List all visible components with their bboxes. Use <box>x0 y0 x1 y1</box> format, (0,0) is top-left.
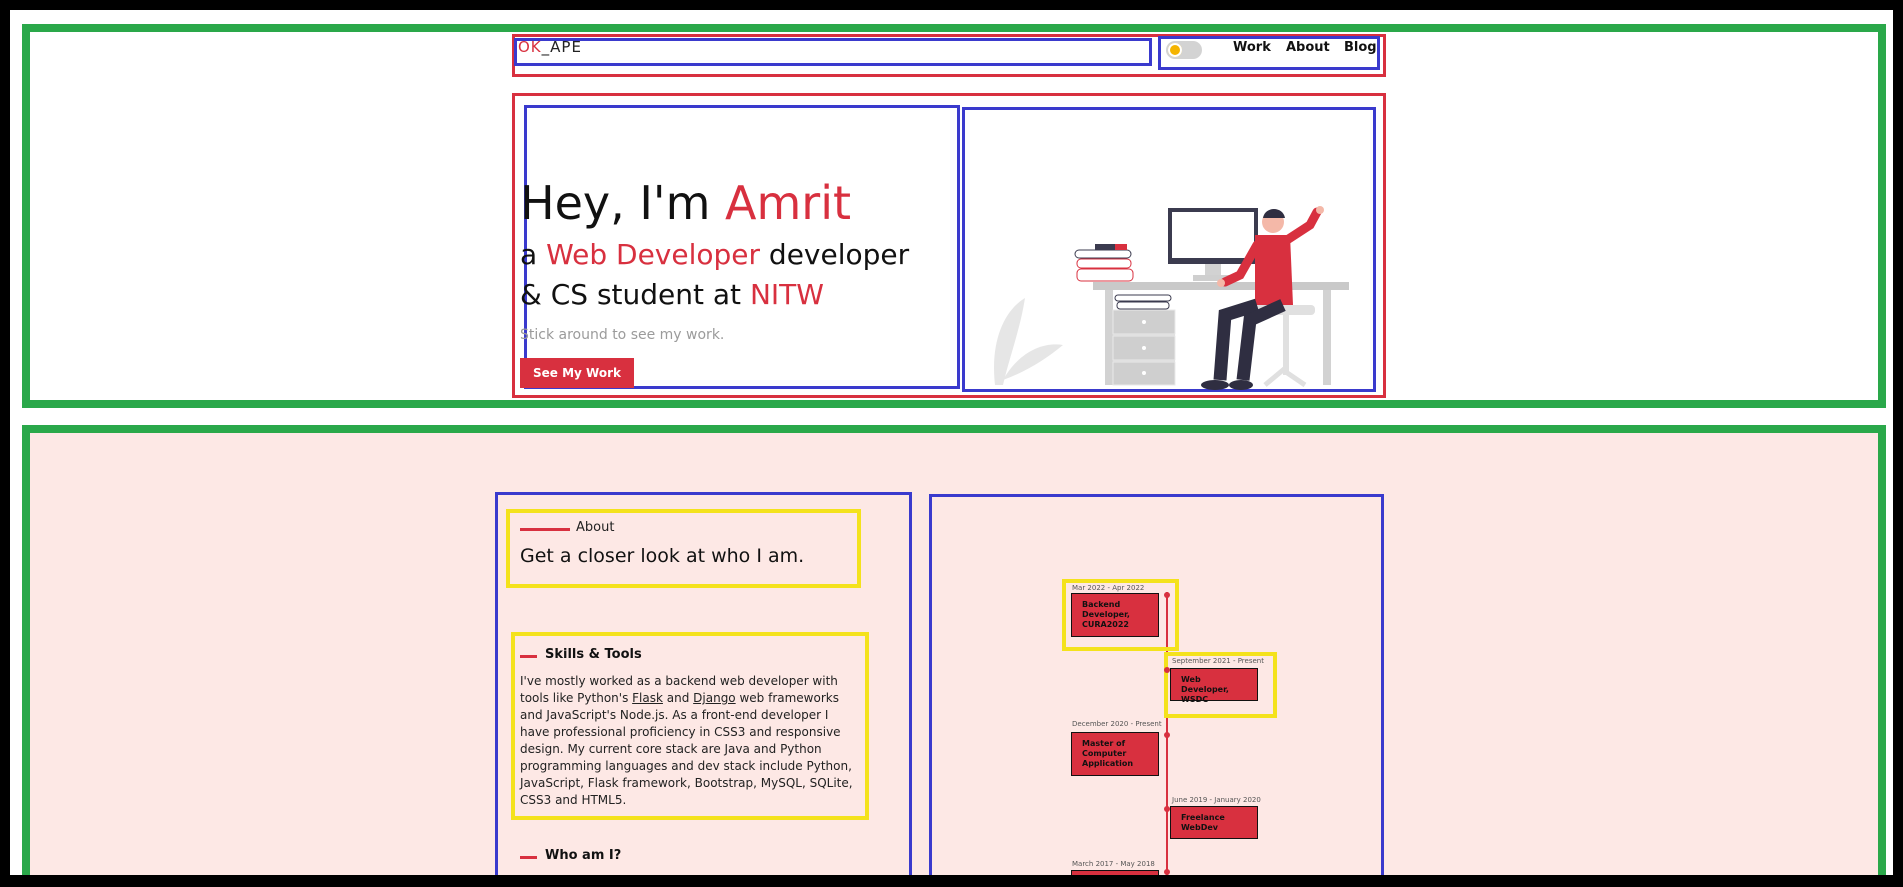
timeline-dot-3 <box>1164 732 1170 738</box>
logo-outline <box>514 38 1152 66</box>
sun-icon <box>1168 43 1182 57</box>
who-am-i-title: Who am I? <box>545 848 622 863</box>
about-label: About <box>576 520 615 535</box>
hero-role: Web Developer <box>546 238 761 271</box>
timeline-date-3: December 2020 - Present <box>1072 720 1162 728</box>
hero-greeting: Hey, I'm <box>520 176 726 230</box>
timeline-dot-1 <box>1164 592 1170 598</box>
timeline-card-1[interactable]: Backend Developer, CURA2022 <box>1071 593 1159 637</box>
hero-line-2-suffix: developer <box>760 238 910 271</box>
see-my-work-button[interactable]: See My Work <box>520 358 634 388</box>
timeline-date-4: June 2019 - January 2020 <box>1172 796 1261 804</box>
hero-subtitle: Stick around to see my work. <box>520 327 725 343</box>
about-title: Get a closer look at who I am. <box>520 545 805 567</box>
logo-part-ok: OK <box>518 38 542 56</box>
timeline-date-5: March 2017 - May 2018 <box>1072 860 1155 868</box>
timeline-card-3[interactable]: Master of Computer Application <box>1071 732 1159 776</box>
timeline-date-1: Mar 2022 - Apr 2022 <box>1072 584 1145 592</box>
about-label-line <box>520 528 570 531</box>
nav-blog[interactable]: Blog <box>1344 40 1377 55</box>
developer-illustration <box>994 206 1349 390</box>
timeline-card-2[interactable]: Web Developer, WSDC <box>1170 668 1258 704</box>
skills-title: Skills & Tools <box>545 647 642 662</box>
timeline-outline <box>929 494 1384 887</box>
hero-line-3: & CS student at NITW <box>520 278 824 311</box>
hero-name: Amrit <box>725 176 852 230</box>
hero-line-2: a Web Developer developer <box>520 238 909 271</box>
hero-line-3-prefix: & CS student at <box>520 278 750 311</box>
screenshot-bottom-border <box>0 875 1903 887</box>
timeline-card-4[interactable]: Freelance WebDev <box>1170 806 1258 839</box>
logo-part-ape: _APE <box>541 38 582 56</box>
flask-link[interactable]: Flask <box>632 691 663 705</box>
skills-text-2: and <box>662 691 694 705</box>
hero-line-2-prefix: a <box>520 238 547 271</box>
hero-school: NITW <box>749 278 824 311</box>
timeline-date-2: September 2021 - Present <box>1172 657 1264 665</box>
nav-about[interactable]: About <box>1286 40 1330 55</box>
django-link[interactable]: Django <box>693 691 736 705</box>
skills-line <box>520 655 537 658</box>
skills-text-3: web frameworks and JavaScript's Node.js.… <box>520 691 853 807</box>
who-line <box>520 856 537 859</box>
site-logo[interactable]: OK_APE <box>518 38 582 56</box>
skills-description: I've mostly worked as a backend web deve… <box>520 673 860 809</box>
hero-heading: Hey, I'm Amrit <box>520 176 851 230</box>
theme-toggle[interactable] <box>1166 41 1202 59</box>
nav-work[interactable]: Work <box>1233 40 1271 55</box>
